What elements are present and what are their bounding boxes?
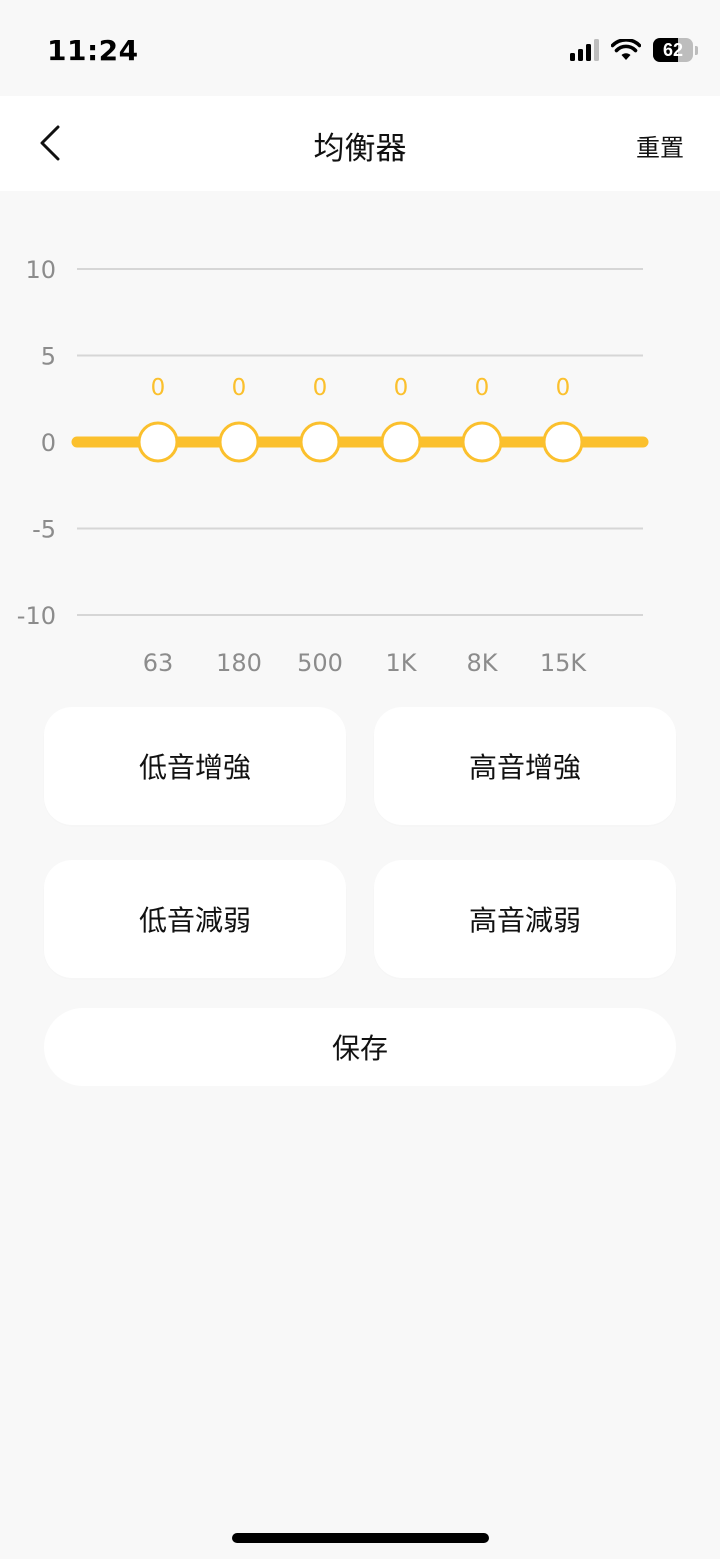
band-value-label: 0	[475, 375, 490, 401]
treble-boost-button[interactable]: 高音增強	[374, 707, 676, 825]
battery-level: 62	[662, 39, 684, 60]
band-handle[interactable]	[461, 421, 503, 463]
page-title: 均衡器	[313, 131, 407, 167]
band-frequency-label: 15K	[540, 649, 588, 677]
band-handle[interactable]	[299, 421, 341, 463]
y-tick-label: 5	[41, 343, 56, 371]
band-handle[interactable]	[380, 421, 422, 463]
band-value-label: 0	[151, 375, 166, 401]
band-frequency-label: 8K	[466, 649, 498, 677]
treble-reduce-button[interactable]: 高音減弱	[374, 860, 676, 978]
y-tick-label: 10	[25, 256, 56, 284]
band-handle[interactable]	[218, 421, 260, 463]
nav-bar: 均衡器 重置	[0, 96, 720, 191]
equalizer-chart[interactable]: 10 5 0 -5 -10 0 63 0 180 0 500 0 1K 0 8K 0 15K	[0, 230, 720, 690]
status-time: 11:24	[47, 34, 139, 67]
band-frequency-label: 500	[297, 649, 343, 677]
home-indicator	[232, 1533, 489, 1543]
status-icons: 62	[570, 38, 698, 62]
band-value-label: 0	[313, 375, 328, 401]
band-value-label: 0	[556, 375, 571, 401]
band-handle[interactable]	[137, 421, 179, 463]
save-button[interactable]: 保存	[44, 1008, 676, 1086]
reset-button[interactable]: 重置	[636, 128, 684, 163]
battery-icon: 62	[653, 38, 693, 62]
band-value-label: 0	[232, 375, 247, 401]
battery-tip	[695, 45, 698, 55]
bass-reduce-button[interactable]: 低音減弱	[44, 860, 346, 978]
band-frequency-label: 1K	[385, 649, 417, 677]
band-frequency-label: 63	[143, 649, 174, 677]
y-tick-label: -5	[32, 516, 56, 544]
y-tick-label: -10	[17, 602, 56, 630]
bass-boost-button[interactable]: 低音增強	[44, 707, 346, 825]
signal-icon	[570, 39, 599, 61]
band-handle[interactable]	[542, 421, 584, 463]
y-tick-label: 0	[41, 429, 56, 457]
status-bar: 11:24 62	[0, 0, 720, 96]
band-frequency-label: 180	[216, 649, 262, 677]
wifi-icon	[611, 39, 641, 60]
band-value-label: 0	[394, 375, 409, 401]
